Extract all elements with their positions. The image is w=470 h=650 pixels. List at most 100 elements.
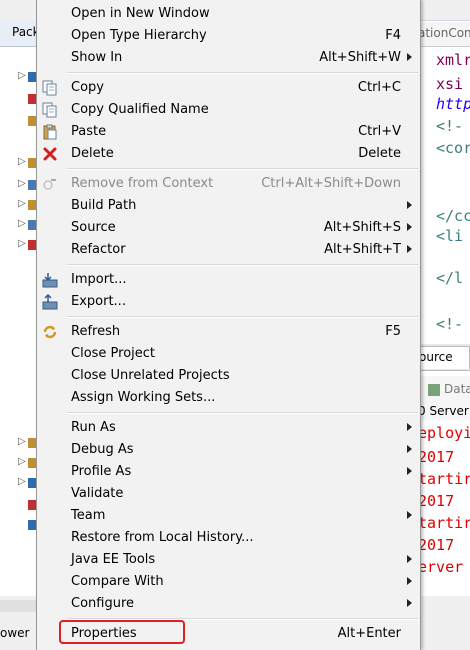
menu-item-shortcut: Alt+Shift+W [319,50,401,65]
submenu-arrow-icon [407,445,412,453]
console-header: Data 0 Server [418,376,470,420]
menu-item-label: Team [71,508,106,523]
export-icon [42,293,58,310]
tree-expand-icon[interactable]: ▷ [18,476,26,487]
console-line: tartir [418,470,470,488]
menu-item-copy-qualified-name[interactable]: Copy Qualified Name [37,99,420,121]
delete-icon [42,146,58,162]
menu-item-compare-with[interactable]: Compare With [37,571,420,593]
menu-item-label: Paste [71,124,107,139]
tree-expand-icon[interactable]: ▷ [18,70,26,81]
menu-item-close-unrelated-projects[interactable]: Close Unrelated Projects [37,365,420,387]
submenu-arrow-icon [407,53,412,61]
menu-separator [67,168,418,170]
code-line: <li [436,227,464,245]
menu-item-open-type-hierarchy[interactable]: Open Type Hierarchy F4 [37,25,420,47]
menu-item-shortcut: Ctrl+V [358,124,401,139]
menu-item-restore-from-local-history[interactable]: Restore from Local History... [37,527,420,549]
menu-item-java-ee-tools[interactable]: Java EE Tools [37,549,420,571]
tree-expand-icon[interactable]: ▷ [18,456,26,467]
submenu-arrow-icon [407,245,412,253]
editor-tab[interactable]: ationConte [418,22,470,47]
menu-item-label: Show In [71,50,123,65]
code-line: </cc [436,207,470,225]
console-line: 2017 [418,536,455,554]
menu-item-validate[interactable]: Validate [37,483,420,505]
source-tab[interactable]: ource [418,346,470,369]
submenu-arrow-icon [407,511,412,519]
data-view-tab-label[interactable]: Data [444,382,470,396]
tree-expand-icon[interactable]: ▷ [18,218,26,229]
horizontal-scrollbar[interactable] [0,600,40,612]
menu-item-label: Copy Qualified Name [71,102,209,117]
tree-expand-icon[interactable]: ▷ [18,178,26,189]
menu-item-configure[interactable]: Configure [37,593,420,615]
tree-expand-icon[interactable]: ▷ [18,238,26,249]
menu-item-assign-working-sets[interactable]: Assign Working Sets... [37,387,420,409]
editor-tab-label: ationConte [418,26,470,40]
menu-item-label: Refactor [71,242,126,257]
refresh-icon [42,324,58,340]
menu-item-label: Export... [71,294,126,309]
console-output[interactable]: eployi 2017 tartir 2017 tartir 2017 erver [418,420,470,590]
menu-item-build-path[interactable]: Build Path [37,195,420,217]
submenu-arrow-icon [407,223,412,231]
menu-separator [67,72,418,74]
menu-item-shortcut: Alt+Shift+T [324,242,401,257]
code-line: <cor [436,139,470,157]
menu-item-label: Run As [71,420,116,435]
menu-item-paste[interactable]: Paste Ctrl+V [37,121,420,143]
menu-item-open-in-new-window[interactable]: Open in New Window [37,3,420,25]
menu-item-close-project[interactable]: Close Project [37,343,420,365]
menu-separator [67,412,418,414]
menu-item-shortcut: Alt+Enter [337,626,401,641]
menu-item-remove-from-context: Remove from Context Ctrl+Alt+Shift+Down [37,173,420,195]
menu-item-run-as[interactable]: Run As [37,417,420,439]
menu-item-refresh[interactable]: Refresh F5 [37,321,420,343]
menu-item-label: Close Unrelated Projects [71,368,230,383]
tree-expand-icon[interactable]: ▷ [18,198,26,209]
xml-editor[interactable]: xmlr xsi http <!- <cor </cc <li </l <!- [418,47,470,343]
copy-qualified-name-icon [42,102,58,118]
menu-item-label: Open in New Window [71,6,210,21]
menu-item-profile-as[interactable]: Profile As [37,461,420,483]
menu-item-label: Delete [71,146,114,161]
menu-item-delete[interactable]: Delete Delete [37,143,420,165]
menu-item-export[interactable]: Export... [37,291,420,313]
menu-separator [67,264,418,266]
menu-item-label: Assign Working Sets... [71,390,216,405]
submenu-arrow-icon [407,599,412,607]
code-line: xsi [436,75,464,93]
menu-item-show-in[interactable]: Show In Alt+Shift+W [37,47,420,69]
menu-item-debug-as[interactable]: Debug As [37,439,420,461]
menu-item-label: Java EE Tools [71,552,156,567]
menu-item-shortcut: Alt+Shift+S [323,220,401,235]
menu-item-label: Restore from Local History... [71,530,254,545]
tree-expand-icon[interactable]: ▷ [18,436,26,447]
menu-item-shortcut: F5 [385,324,401,339]
remove-context-icon [42,176,58,192]
tree-expand-icon[interactable]: ▷ [18,156,26,167]
copy-icon [42,80,58,96]
submenu-arrow-icon [407,577,412,585]
menu-item-refactor[interactable]: Refactor Alt+Shift+T [37,239,420,261]
code-line: <!- [436,117,464,135]
menu-item-shortcut: Delete [358,146,401,161]
menu-item-label: Remove from Context [71,176,214,191]
package-explorer-tab[interactable]: Pack [0,20,40,47]
bottom-left-label: ower [0,626,30,640]
menu-item-copy[interactable]: Copy Ctrl+C [37,77,420,99]
paste-icon [42,124,58,140]
properties-highlight-box [59,620,185,644]
data-view-icon [428,384,440,396]
menu-item-source[interactable]: Source Alt+Shift+S [37,217,420,239]
menu-item-label: Compare With [71,574,164,589]
menu-item-label: Open Type Hierarchy [71,28,207,43]
import-icon [42,272,58,288]
submenu-arrow-icon [407,423,412,431]
code-line: http [436,95,470,113]
menu-item-label: Close Project [71,346,156,361]
menu-item-import[interactable]: Import... [37,269,420,291]
menu-item-team[interactable]: Team [37,505,420,527]
menu-item-shortcut: F4 [385,28,401,43]
